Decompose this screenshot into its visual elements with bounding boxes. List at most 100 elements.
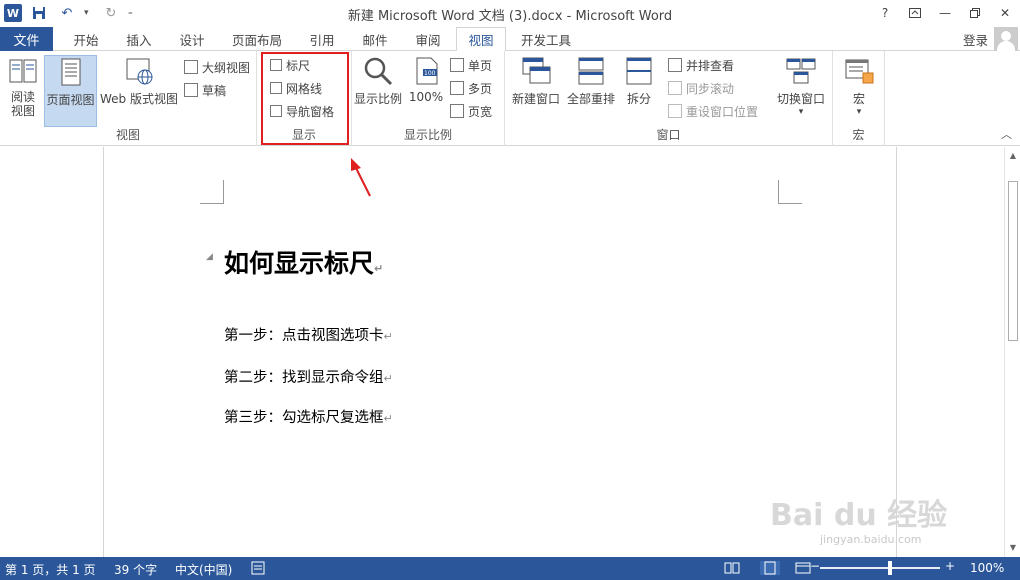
ribbon-tabs: 文件 开始 插入 设计 页面布局 引用 邮件 审阅 视图 开发工具 登录 <box>0 27 1020 52</box>
paragraph-mark: ↵ <box>383 330 393 343</box>
vertical-scrollbar[interactable]: ▲ ▼ <box>1004 147 1020 557</box>
new-window-icon <box>522 57 551 84</box>
side-by-side-label: 并排查看 <box>686 58 735 73</box>
svg-text:100: 100 <box>424 70 436 77</box>
sync-scroll-icon <box>668 81 682 95</box>
tab-references[interactable]: 引用 <box>298 27 346 51</box>
page-count[interactable]: 第 1 页，共 1 页 <box>5 561 96 578</box>
web-layout-icon <box>126 58 153 85</box>
multiple-pages-label: 多页 <box>468 81 493 96</box>
outline-label: 大纲视图 <box>202 60 251 75</box>
restore-icon[interactable] <box>960 0 990 26</box>
read-mode-status-icon[interactable] <box>724 561 740 575</box>
sync-scroll-button[interactable]: 同步滚动 <box>668 78 734 98</box>
switch-windows-button[interactable]: 切换窗口 ▾ <box>773 55 829 117</box>
help-icon[interactable]: ? <box>870 0 900 26</box>
word-count[interactable]: 39 个字 <box>114 561 157 578</box>
language-indicator[interactable]: 中文(中国) <box>175 561 232 578</box>
zoom-out-icon[interactable]: − <box>810 559 820 573</box>
zoom-slider-track[interactable] <box>820 567 940 569</box>
read-mode-icon <box>9 59 37 83</box>
minimize-icon[interactable]: — <box>930 0 960 26</box>
watermark-logo: Bai du 经验 <box>770 498 948 533</box>
heading-collapse-marker[interactable]: ◢ <box>206 252 213 262</box>
arrange-all-icon <box>578 57 604 85</box>
zoom-group: 显示比例 100 100% 单页 多页 页宽 显示比例 <box>352 51 505 146</box>
zoom-group-label: 显示比例 <box>403 128 452 142</box>
annotation-arrow-icon <box>351 158 371 197</box>
paragraph-step-2[interactable]: 第二步：找到显示命令组↵ <box>224 366 393 387</box>
views-group-label: 视图 <box>115 128 140 142</box>
zoom-level[interactable]: 100% <box>970 561 1004 575</box>
one-page-button[interactable]: 单页 <box>450 55 492 75</box>
paragraph-text: 第二步：找到显示命令组 <box>224 370 384 386</box>
side-by-side-icon <box>668 58 682 72</box>
zoom-in-icon[interactable]: + <box>945 559 955 573</box>
title-bar: W ↶ ▾ ↻ ₌ 新建 Microsoft Word 文档 (3).docx … <box>0 0 1020 27</box>
zoom-button[interactable]: 显示比例 <box>352 55 404 107</box>
page-width-icon <box>450 104 464 118</box>
paragraph-mark: ↵ <box>374 262 384 275</box>
outline-button[interactable]: 大纲视图 <box>184 57 250 77</box>
tab-file[interactable]: 文件 <box>0 27 53 51</box>
multiple-pages-button[interactable]: 多页 <box>450 78 492 98</box>
arrange-all-label: 全部重排 <box>566 92 615 106</box>
page-corner-top-right <box>778 180 802 204</box>
sync-scroll-label: 同步滚动 <box>686 81 735 96</box>
read-mode-button[interactable]: 阅读 视图 <box>4 55 42 118</box>
split-button[interactable]: 拆分 <box>620 55 658 107</box>
zoom-slider-thumb[interactable] <box>888 561 892 575</box>
document-heading[interactable]: 如何显示标尺↵ <box>224 244 383 280</box>
tab-page-layout[interactable]: 页面布局 <box>222 27 292 51</box>
web-layout-button[interactable]: Web 版式视图 <box>99 55 179 107</box>
tab-design[interactable]: 设计 <box>168 27 216 51</box>
collapse-ribbon-icon[interactable]: ︿ <box>1001 126 1012 142</box>
macros-dropdown-icon: ▾ <box>856 107 862 117</box>
multiple-pages-icon <box>450 81 464 95</box>
page-corner-top-left <box>200 180 224 204</box>
sign-in-link[interactable]: 登录 <box>963 30 988 49</box>
side-by-side-button[interactable]: 并排查看 <box>668 55 734 75</box>
print-layout-button[interactable]: 页面视图 <box>44 55 97 127</box>
tab-home[interactable]: 开始 <box>62 27 110 51</box>
scroll-up-icon[interactable]: ▲ <box>1005 149 1020 163</box>
paragraph-step-3[interactable]: 第三步：勾选标尺复选框↵ <box>224 406 393 427</box>
outline-icon <box>184 60 198 74</box>
zoom-100-button[interactable]: 100 100% <box>407 55 445 104</box>
print-layout-status-icon[interactable] <box>760 561 780 575</box>
ribbon-display-options-icon[interactable] <box>900 0 930 26</box>
paragraph-text: 第三步：勾选标尺复选框 <box>224 410 384 426</box>
heading-text: 如何显示标尺 <box>224 249 375 278</box>
macros-button[interactable]: 宏 ▾ <box>841 55 877 117</box>
close-icon[interactable]: ✕ <box>990 0 1020 26</box>
paragraph-step-1[interactable]: 第一步：点击视图选项卡↵ <box>224 324 393 345</box>
switch-windows-label: 切换窗口 <box>776 92 825 106</box>
one-page-icon <box>450 58 464 72</box>
page-width-label: 页宽 <box>468 104 493 119</box>
window-controls: ? — ✕ <box>870 0 1020 26</box>
window-group-label: 窗口 <box>656 128 681 142</box>
web-layout-label: Web 版式视图 <box>100 92 178 106</box>
arrange-all-button[interactable]: 全部重排 <box>564 55 618 107</box>
status-bar: 第 1 页，共 1 页 39 个字 中文(中国) − + 100% <box>0 557 1020 580</box>
web-layout-status-icon[interactable] <box>795 561 811 575</box>
scroll-down-icon[interactable]: ▼ <box>1005 541 1020 555</box>
draft-button[interactable]: 草稿 <box>184 80 226 100</box>
tab-view[interactable]: 视图 <box>456 27 506 52</box>
paragraph-mark: ↵ <box>383 412 393 425</box>
new-window-button[interactable]: 新建窗口 <box>509 55 563 107</box>
tab-developer[interactable]: 开发工具 <box>512 27 580 51</box>
draft-label: 草稿 <box>202 83 227 98</box>
user-avatar[interactable] <box>994 27 1018 51</box>
reset-position-button[interactable]: 重设窗口位置 <box>668 101 758 121</box>
page-width-button[interactable]: 页宽 <box>450 101 492 121</box>
tab-mailings[interactable]: 邮件 <box>352 27 398 51</box>
tab-insert[interactable]: 插入 <box>114 27 164 51</box>
views-group: 阅读 视图 页面视图 Web 版式视图 大纲视图 草稿 视图 <box>0 51 257 146</box>
macro-record-icon[interactable] <box>250 561 266 575</box>
draft-icon <box>184 83 198 97</box>
read-mode-label: 阅读 视图 <box>10 90 35 118</box>
tab-review[interactable]: 审阅 <box>404 27 452 51</box>
paragraph-text: 第一步：点击视图选项卡 <box>224 328 384 344</box>
scroll-thumb[interactable] <box>1008 181 1018 341</box>
